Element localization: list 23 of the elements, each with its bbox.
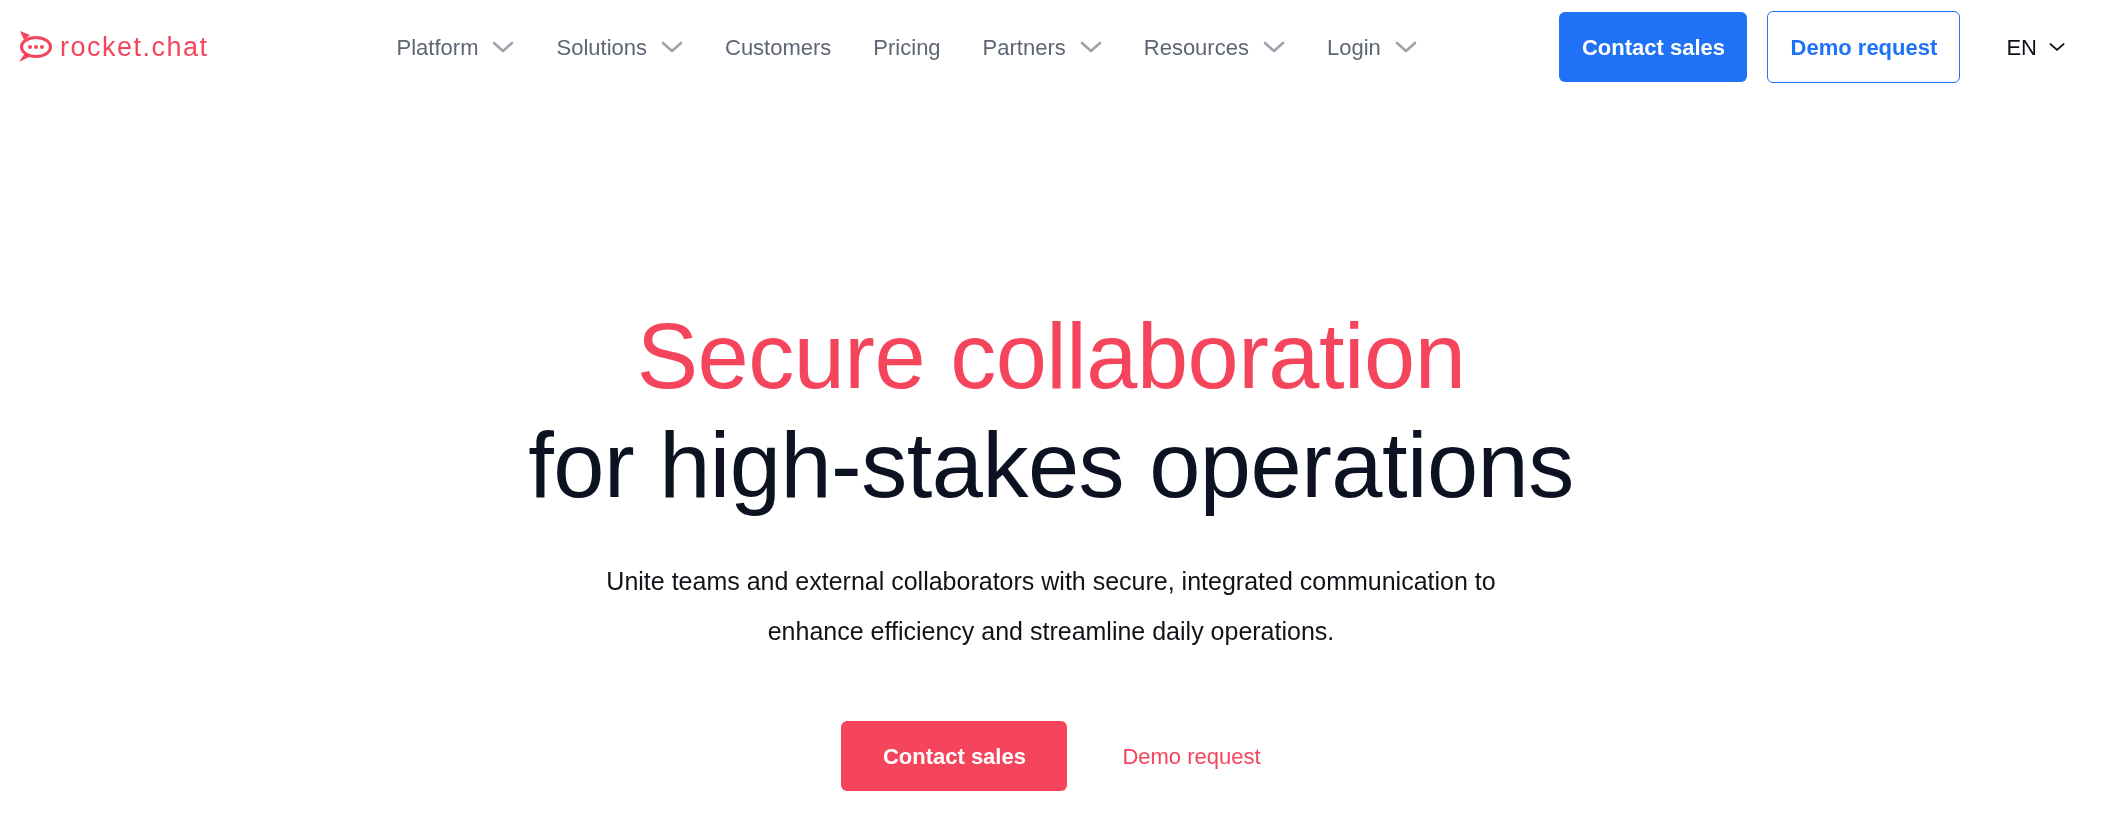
- chevron-down-icon: [1394, 41, 1417, 53]
- demo-request-button[interactable]: Demo request: [1767, 11, 1961, 83]
- hero-title: for high-stakes operations: [528, 413, 1574, 518]
- chevron-down-icon: [661, 41, 683, 53]
- chevron-down-icon: [1262, 41, 1285, 53]
- hero-description: Unite teams and external collaborators with secure, integrated communication to enhance efficiency and streamline daily operations.: [605, 566, 1497, 647]
- language-selector[interactable]: EN: [2006, 30, 2065, 64]
- nav-link[interactable]: Pricing: [873, 30, 941, 64]
- chevron-down-icon: [2049, 42, 2065, 52]
- nav-menu-item[interactable]: Platform: [396, 30, 515, 64]
- nav-link[interactable]: Customers: [725, 30, 832, 64]
- contact-sales-button[interactable]: Contact sales: [1559, 12, 1748, 82]
- nav-menu-item[interactable]: Login: [1326, 30, 1417, 64]
- hero-title-accent: Secure collaboration: [636, 304, 1466, 409]
- demo-request-link[interactable]: Demo request: [1122, 739, 1261, 773]
- chevron-down-icon: [1079, 41, 1102, 53]
- logo-text[interactable]: rocket.chat: [60, 33, 209, 61]
- nav-menu-item[interactable]: Solutions: [556, 30, 683, 64]
- logo-icon[interactable]: [17, 30, 53, 64]
- contact-sales-button[interactable]: Contact sales: [841, 721, 1068, 791]
- nav-menu-item[interactable]: Resources: [1143, 30, 1285, 64]
- chevron-down-icon: [492, 41, 515, 53]
- nav-menu-item[interactable]: Partners: [982, 30, 1102, 64]
